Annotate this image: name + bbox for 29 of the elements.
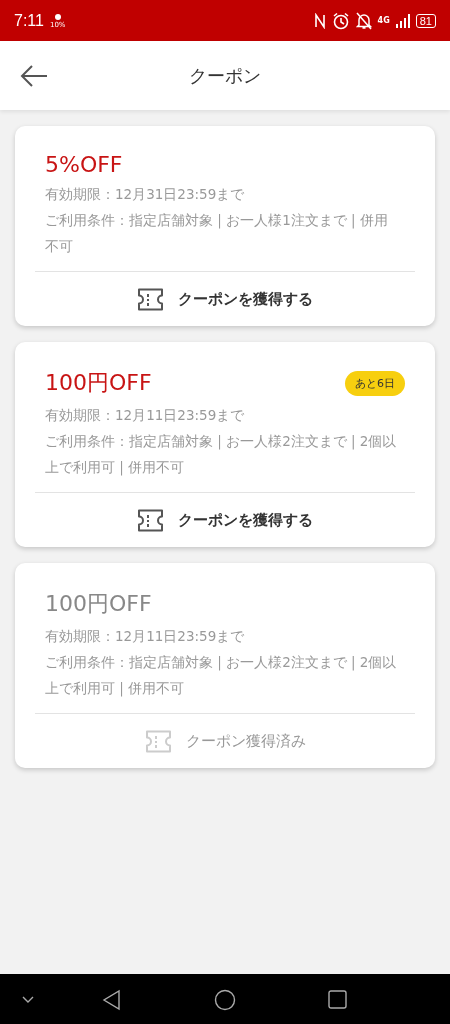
claim-coupon-button[interactable]: クーポンを獲得する xyxy=(35,272,415,326)
usage-conditions: ご利用条件：指定店舗対象 | お一人様2注文まで | 2個以上で利用可 | 併用不可 xyxy=(44,432,398,478)
bell-muted-icon xyxy=(355,11,372,30)
recents-nav-button[interactable] xyxy=(328,990,347,1009)
usage-conditions: ご利用条件：指定店舗対象 | お一人様1注文まで | 併用不可 xyxy=(44,211,389,256)
claimed-status: クーポン獲得済み xyxy=(35,714,415,768)
ticket-icon xyxy=(137,508,164,532)
claim-coupon-button[interactable]: クーポンを獲得する xyxy=(35,493,415,547)
coupon-title: 5%OFF xyxy=(45,152,123,177)
coupon-title: 100円OFF xyxy=(45,590,152,618)
usage-conditions: ご利用条件：指定店舗対象 | お一人様2注文まで | 2個以上で利用可 | 併用不可 xyxy=(44,653,398,699)
page-title: クーポン xyxy=(189,63,261,88)
signal-icon xyxy=(395,13,410,28)
back-nav-button[interactable] xyxy=(102,989,122,1011)
hide-nav-button[interactable] xyxy=(21,996,35,1004)
nfc-icon xyxy=(313,12,326,29)
ticket-icon xyxy=(144,729,172,753)
home-nav-button[interactable] xyxy=(214,989,236,1011)
alarm-icon xyxy=(331,11,350,30)
status-time: 7:11 xyxy=(14,11,44,30)
coupon-title: 100円OFF xyxy=(45,369,152,397)
network-type: 4G xyxy=(377,16,390,25)
expiry-date: 有効期限：12月11日23:59まで xyxy=(44,406,246,425)
expiry-date: 有効期限：12月31日23:59まで xyxy=(44,185,246,204)
ticket-icon xyxy=(137,287,164,311)
battery-level: 81 xyxy=(415,13,436,28)
expiry-date: 有効期限：12月11日23:59まで xyxy=(44,627,246,646)
days-left-badge: あと6日 xyxy=(345,370,405,396)
brightness-icon xyxy=(53,12,62,21)
